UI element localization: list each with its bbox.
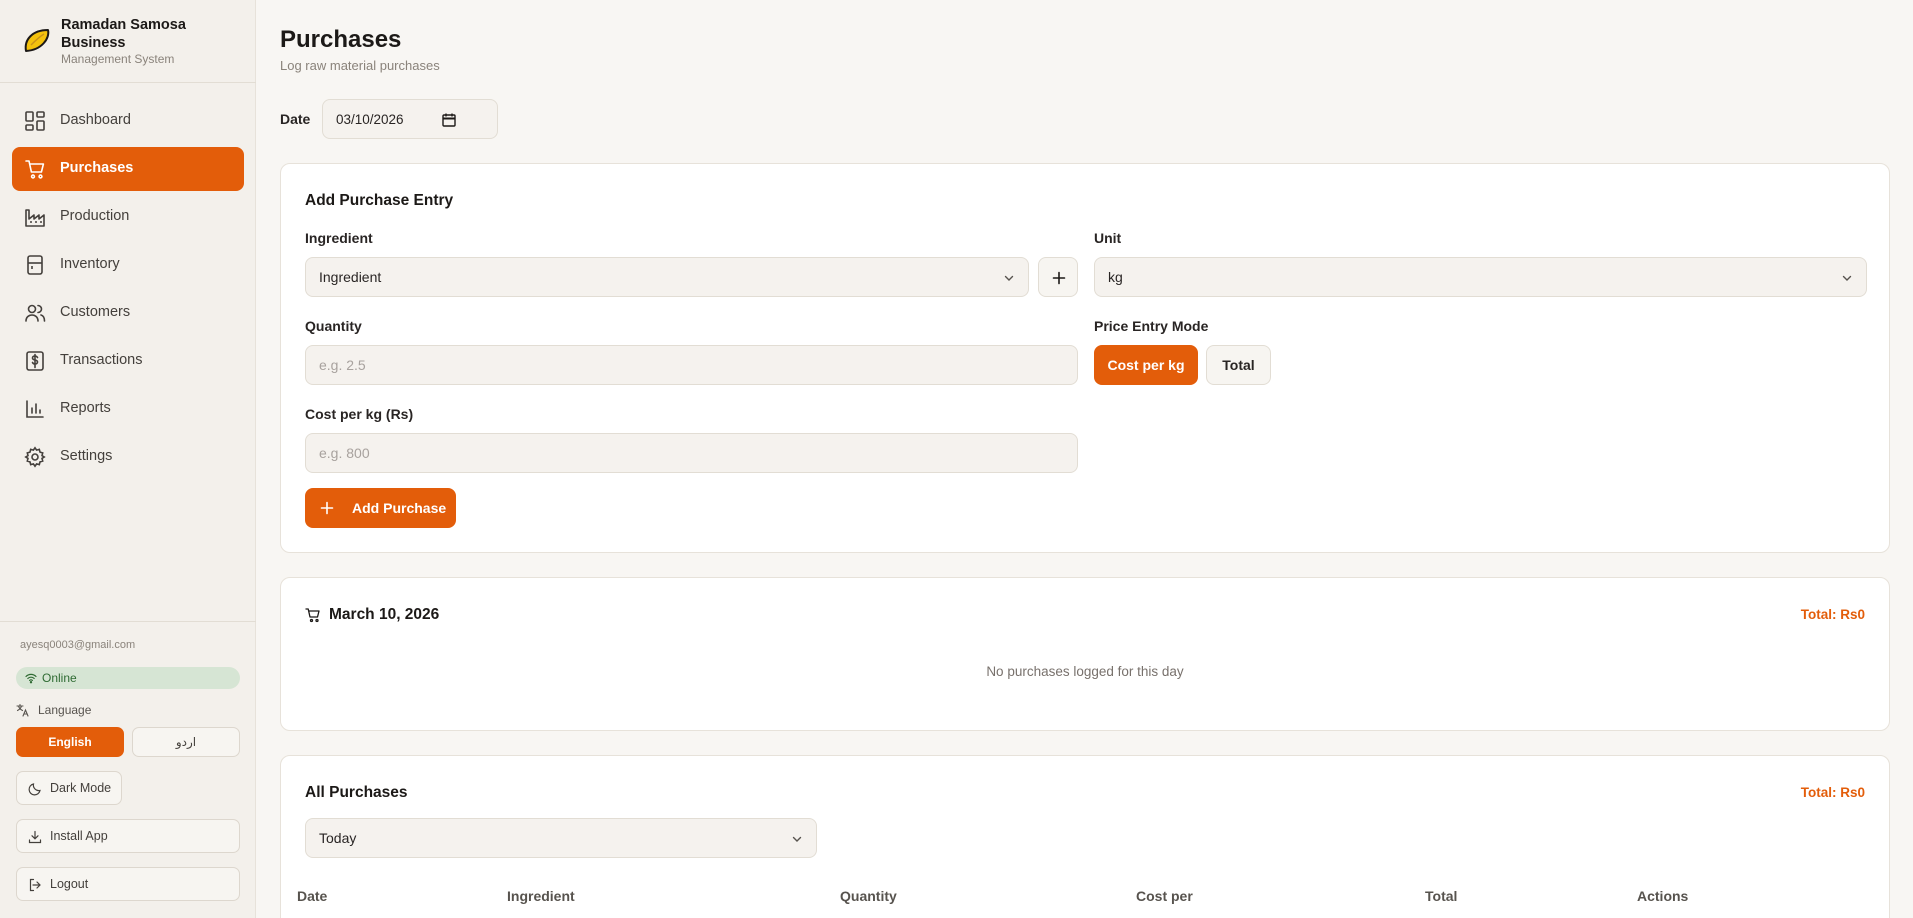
nav-label: Dashboard (60, 112, 131, 128)
ingredient-label: Ingredient (305, 230, 373, 246)
gear-icon (24, 446, 46, 468)
nav-item-customers[interactable]: Customers (12, 291, 244, 335)
cart-icon (25, 160, 45, 179)
add-purchase-card: Add Purchase Entry Ingredient Ingredient… (280, 163, 1890, 553)
nav-item-production[interactable]: Production (12, 195, 244, 239)
column-header-ingredient[interactable]: Ingredient (507, 888, 575, 904)
logout-label: Logout (50, 877, 89, 891)
dashboard-icon (25, 111, 45, 131)
nav-label: Reports (60, 400, 111, 416)
day-summary-date: March 10, 2026 (329, 606, 440, 623)
card-title: Add Purchase Entry (305, 192, 454, 209)
page-title: Purchases (280, 26, 402, 53)
download-icon (28, 830, 42, 844)
add-ingredient-button[interactable] (1038, 257, 1078, 297)
brand-subtitle: Management System (61, 52, 175, 66)
ingredient-select[interactable]: Ingredient (305, 257, 1029, 297)
status-label: Online (42, 671, 77, 685)
day-total: Total: Rs0 (1800, 607, 1865, 622)
unit-value: kg (1108, 269, 1123, 285)
nav-label: Transactions (60, 352, 143, 368)
unit-select[interactable]: kg (1094, 257, 1867, 297)
nav-item-dashboard[interactable]: Dashboard (12, 99, 244, 143)
chevron-down-icon (1004, 275, 1014, 281)
sidebar: Ramadan Samosa Business Management Syste… (0, 0, 256, 918)
install-app-label: Install App (50, 829, 108, 843)
nav-item-inventory[interactable]: Inventory (12, 243, 244, 287)
date-input[interactable]: 03/10/2026 (322, 99, 498, 139)
nav-label: Production (60, 208, 130, 224)
logout-button[interactable]: Logout (16, 867, 240, 901)
factory-icon (25, 209, 45, 227)
period-filter-select[interactable]: Today (305, 818, 817, 858)
cart-icon (305, 608, 320, 623)
status-badge: Online (16, 667, 240, 689)
price-mode-label: Price Entry Mode (1094, 318, 1209, 334)
empty-state-text: No purchases logged for this day (986, 664, 1184, 679)
nav-item-settings[interactable]: Settings (12, 435, 244, 479)
add-purchase-button[interactable]: Add Purchase (305, 488, 456, 528)
inventory-icon (27, 255, 43, 275)
date-label: Date (280, 111, 311, 127)
day-summary-card: March 10, 2026 Total: Rs0 No purchases l… (280, 577, 1890, 731)
all-purchases-card: All Purchases Total: Rs0 Today Date Ingr… (280, 755, 1890, 918)
nav-label: Inventory (60, 256, 120, 272)
ingredient-value: Ingredient (319, 269, 382, 285)
period-filter-value: Today (319, 830, 357, 846)
total-mode-button[interactable]: Total (1206, 345, 1271, 385)
dark-mode-label: Dark Mode (50, 781, 112, 795)
column-header-cost-per[interactable]: Cost per (1136, 888, 1193, 904)
receipt-icon (26, 351, 44, 371)
add-purchase-label: Add Purchase (352, 500, 447, 516)
page-subtitle: Log raw material purchases (280, 58, 440, 73)
install-app-button[interactable]: Install App (16, 819, 240, 853)
unit-label: Unit (1094, 230, 1122, 246)
bar-chart-icon (26, 400, 44, 418)
dark-mode-button[interactable]: Dark Mode (16, 771, 122, 805)
chevron-down-icon (1842, 275, 1852, 281)
column-header-actions: Actions (1637, 888, 1689, 904)
nav-label: Purchases (60, 160, 134, 176)
brand-title: Ramadan Samosa Business (61, 17, 186, 51)
cost-label: Cost per kg (Rs) (305, 406, 414, 422)
brand: Ramadan Samosa Business Management Syste… (20, 14, 250, 70)
column-header-quantity[interactable]: Quantity (840, 888, 897, 904)
column-header-total[interactable]: Total (1425, 888, 1457, 904)
moon-icon (28, 783, 41, 796)
translate-icon (16, 703, 29, 717)
language-english-button[interactable]: English (16, 727, 124, 757)
divider (0, 621, 256, 622)
chevron-down-icon (792, 836, 802, 842)
cost-input[interactable]: e.g. 800 (305, 433, 1078, 473)
plus-icon (1052, 271, 1066, 285)
nav-label: Customers (60, 304, 131, 320)
nav-item-transactions[interactable]: Transactions (12, 339, 244, 383)
nav-label: Settings (60, 448, 113, 464)
column-header-date[interactable]: Date (297, 888, 327, 904)
users-icon (25, 304, 46, 322)
language-urdu-button[interactable]: اردو (132, 727, 240, 757)
nav-item-purchases[interactable]: Purchases (12, 147, 244, 191)
all-purchases-total: Total: Rs0 (1800, 785, 1865, 800)
user-email: ayesq0003@gmail.com (20, 639, 136, 651)
wifi-icon (25, 673, 37, 684)
logout-icon (29, 878, 41, 892)
plus-icon (320, 501, 334, 515)
calendar-icon[interactable] (441, 112, 457, 128)
quantity-label: Quantity (305, 318, 362, 334)
quantity-input[interactable]: e.g. 2.5 (305, 345, 1078, 385)
cost-per-kg-mode-button[interactable]: Cost per kg (1094, 345, 1198, 385)
divider (0, 82, 256, 83)
card-title: All Purchases (305, 784, 408, 801)
nav-item-reports[interactable]: Reports (12, 387, 244, 431)
samosa-icon (24, 29, 50, 52)
date-value: 03/10/2026 (336, 112, 404, 127)
